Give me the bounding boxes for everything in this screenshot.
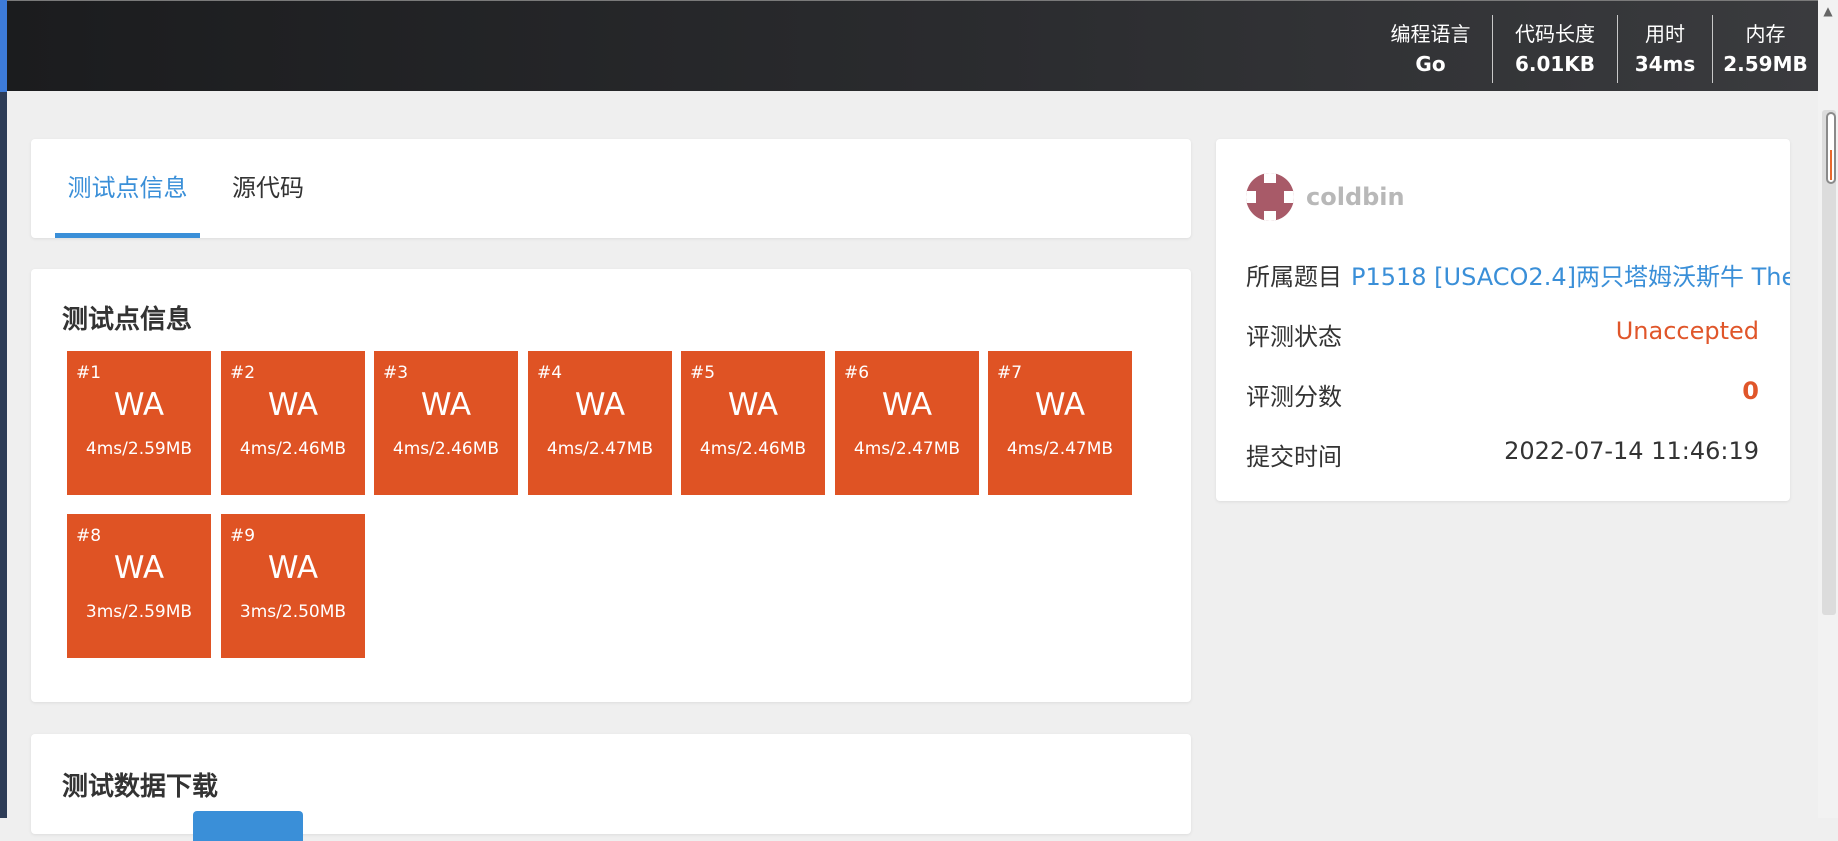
info-row-submit-time: 提交时间 2022-07-14 11:46:19: [1246, 437, 1759, 472]
top-header: 编程语言 Go 代码长度 6.01KB 用时 34ms 内存 2.59MB: [7, 0, 1818, 91]
submission-info-card: coldbin 所属题目 P1518 [USACO2.4]两只塔姆沃斯牛 The…: [1216, 139, 1790, 501]
test-case-meta: 4ms/2.47MB: [853, 439, 961, 459]
test-case-tile[interactable]: #2 WA 4ms/2.46MB: [221, 351, 365, 495]
test-case-number: #9: [230, 526, 256, 546]
stat-code-length: 代码长度 6.01KB: [1492, 15, 1617, 83]
test-case-meta: 4ms/2.47MB: [546, 439, 654, 459]
user-block[interactable]: coldbin: [1246, 173, 1405, 221]
test-case-result: WA: [574, 387, 626, 423]
test-case-number: #1: [76, 363, 102, 383]
test-case-number: #5: [690, 363, 716, 383]
score-value: 0: [1742, 377, 1759, 405]
test-case-number: #3: [383, 363, 409, 383]
info-label: 评测状态: [1246, 323, 1342, 351]
info-row-problem: 所属题目 P1518 [USACO2.4]两只塔姆沃斯牛 The Tamwort…: [1246, 257, 1790, 292]
stat-label: 代码长度: [1515, 22, 1595, 46]
test-case-number: #6: [844, 363, 870, 383]
test-case-tile[interactable]: #6 WA 4ms/2.47MB: [835, 351, 979, 495]
test-case-result: WA: [881, 387, 933, 423]
test-case-meta: 3ms/2.59MB: [85, 602, 193, 622]
stat-value: 6.01KB: [1514, 52, 1596, 76]
info-label: 提交时间: [1246, 443, 1342, 471]
test-case-result: WA: [267, 387, 319, 423]
mini-scroll-indicator[interactable]: [1826, 112, 1836, 184]
status-value: Unaccepted: [1615, 317, 1759, 345]
stat-label: 编程语言: [1390, 22, 1471, 46]
mini-scroll-bar: [1830, 150, 1832, 180]
username-link[interactable]: coldbin: [1306, 183, 1405, 211]
avatar-icon[interactable]: [1246, 173, 1294, 221]
test-case-tile[interactable]: #3 WA 4ms/2.46MB: [374, 351, 518, 495]
stat-language: 编程语言 Go: [1369, 15, 1492, 83]
stat-label: 用时: [1645, 22, 1685, 46]
test-case-number: #4: [537, 363, 563, 383]
tab-source-code[interactable]: 源代码: [217, 139, 319, 238]
section-title: 测试数据下载: [62, 772, 219, 802]
section-title: 测试点信息: [62, 305, 193, 335]
download-card: 测试数据下载: [31, 734, 1191, 841]
left-edge-strip: [0, 0, 7, 818]
test-case-meta: 3ms/2.50MB: [239, 602, 347, 622]
test-case-meta: 4ms/2.47MB: [1006, 439, 1114, 459]
submission-stats: 编程语言 Go 代码长度 6.01KB 用时 34ms 内存 2.59MB: [1369, 15, 1818, 83]
scrollbar-thumb[interactable]: [1822, 110, 1836, 615]
tab-test-info[interactable]: 测试点信息: [55, 139, 200, 238]
stat-label: 内存: [1745, 22, 1786, 46]
test-case-result: WA: [420, 387, 472, 423]
info-row-score: 评测分数 0: [1246, 377, 1759, 412]
test-case-tile[interactable]: #4 WA 4ms/2.47MB: [528, 351, 672, 495]
stat-value: Go: [1415, 52, 1446, 76]
stat-time: 用时 34ms: [1617, 15, 1712, 83]
test-case-meta: 4ms/2.46MB: [392, 439, 500, 459]
test-case-meta: 4ms/2.46MB: [699, 439, 807, 459]
test-case-tile[interactable]: #9 WA 3ms/2.50MB: [221, 514, 365, 658]
test-case-result: WA: [113, 550, 165, 586]
test-case-meta: 4ms/2.59MB: [85, 439, 193, 459]
test-case-result: WA: [1034, 387, 1086, 423]
info-label: 评测分数: [1246, 383, 1342, 411]
submit-time-value: 2022-07-14 11:46:19: [1504, 437, 1759, 465]
test-case-result: WA: [727, 387, 779, 423]
test-case-tile[interactable]: #5 WA 4ms/2.46MB: [681, 351, 825, 495]
test-cases-card: 测试点信息 #1 WA 4ms/2.59MB #2 WA 4ms/2.46MB …: [31, 269, 1191, 702]
scroll-up-arrow-icon[interactable]: ▲: [1818, 0, 1838, 22]
stat-value: 2.59MB: [1723, 52, 1808, 76]
test-case-number: #8: [76, 526, 102, 546]
left-edge-accent: [0, 0, 7, 92]
download-button[interactable]: [193, 811, 303, 841]
test-case-number: #7: [997, 363, 1023, 383]
problem-link[interactable]: P1518 [USACO2.4]两只塔姆沃斯牛 The Tamworth Two: [1351, 257, 1790, 292]
test-case-result: WA: [267, 550, 319, 586]
test-case-tile[interactable]: #7 WA 4ms/2.47MB: [988, 351, 1132, 495]
test-case-result: WA: [113, 387, 165, 423]
test-case-tile[interactable]: #1 WA 4ms/2.59MB: [67, 351, 211, 495]
tabs-card: 测试点信息 源代码: [31, 139, 1191, 238]
stat-memory: 内存 2.59MB: [1712, 15, 1818, 83]
test-case-meta: 4ms/2.46MB: [239, 439, 347, 459]
info-label: 所属题目: [1246, 263, 1342, 291]
stat-value: 34ms: [1634, 52, 1696, 76]
test-case-number: #2: [230, 363, 256, 383]
test-case-tile[interactable]: #8 WA 3ms/2.59MB: [67, 514, 211, 658]
info-row-status: 评测状态 Unaccepted: [1246, 317, 1759, 352]
